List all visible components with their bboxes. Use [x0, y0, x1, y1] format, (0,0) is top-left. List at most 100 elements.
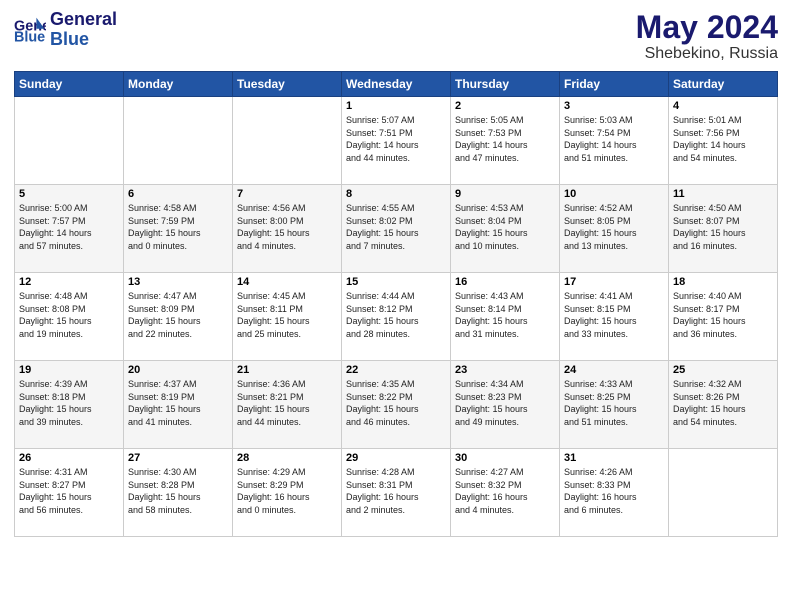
day-info-line: Sunset: 8:29 PM: [237, 479, 337, 492]
day-number: 10: [564, 188, 664, 200]
calendar-cell-w1-d2: [124, 97, 233, 185]
day-number: 31: [564, 452, 664, 464]
calendar-cell-w1-d5: 2Sunrise: 5:05 AMSunset: 7:53 PMDaylight…: [451, 97, 560, 185]
day-info-line: Daylight: 16 hours: [455, 491, 555, 504]
calendar-cell-w3-d7: 18Sunrise: 4:40 AMSunset: 8:17 PMDayligh…: [669, 273, 778, 361]
day-number: 26: [19, 452, 119, 464]
day-info-line: and 41 minutes.: [128, 416, 228, 429]
calendar-cell-w2-d6: 10Sunrise: 4:52 AMSunset: 8:05 PMDayligh…: [560, 185, 669, 273]
day-info-line: Daylight: 15 hours: [346, 403, 446, 416]
day-info-line: Sunrise: 5:01 AM: [673, 114, 773, 127]
day-info-line: Daylight: 15 hours: [237, 315, 337, 328]
day-info-line: Sunrise: 4:58 AM: [128, 202, 228, 215]
day-info-line: Sunrise: 4:32 AM: [673, 378, 773, 391]
day-info-line: Daylight: 15 hours: [455, 227, 555, 240]
calendar-cell-w4-d3: 21Sunrise: 4:36 AMSunset: 8:21 PMDayligh…: [233, 361, 342, 449]
title-block: May 2024 Shebekino, Russia: [636, 10, 778, 63]
day-number: 20: [128, 364, 228, 376]
day-info-line: and 46 minutes.: [346, 416, 446, 429]
calendar-cell-w5-d6: 31Sunrise: 4:26 AMSunset: 8:33 PMDayligh…: [560, 449, 669, 537]
col-saturday: Saturday: [669, 72, 778, 97]
day-info-line: and 0 minutes.: [128, 240, 228, 253]
day-info-line: Daylight: 14 hours: [19, 227, 119, 240]
day-info-line: Sunset: 8:21 PM: [237, 391, 337, 404]
day-info-line: Daylight: 15 hours: [455, 315, 555, 328]
day-info-line: Sunset: 8:07 PM: [673, 215, 773, 228]
week-row-2: 5Sunrise: 5:00 AMSunset: 7:57 PMDaylight…: [15, 185, 778, 273]
day-number: 9: [455, 188, 555, 200]
day-info-line: Sunrise: 4:37 AM: [128, 378, 228, 391]
calendar-cell-w4-d5: 23Sunrise: 4:34 AMSunset: 8:23 PMDayligh…: [451, 361, 560, 449]
day-number: 15: [346, 276, 446, 288]
day-info-line: Sunset: 8:23 PM: [455, 391, 555, 404]
day-info-line: Sunset: 8:02 PM: [346, 215, 446, 228]
col-tuesday: Tuesday: [233, 72, 342, 97]
calendar-cell-w2-d7: 11Sunrise: 4:50 AMSunset: 8:07 PMDayligh…: [669, 185, 778, 273]
day-number: 27: [128, 452, 228, 464]
day-info-line: and 16 minutes.: [673, 240, 773, 253]
location-subtitle: Shebekino, Russia: [636, 45, 778, 63]
calendar-cell-w2-d1: 5Sunrise: 5:00 AMSunset: 7:57 PMDaylight…: [15, 185, 124, 273]
day-info-line: Sunset: 8:32 PM: [455, 479, 555, 492]
day-info-line: Daylight: 14 hours: [455, 139, 555, 152]
day-info-line: Daylight: 15 hours: [128, 227, 228, 240]
day-info-line: Sunset: 8:28 PM: [128, 479, 228, 492]
day-info-line: Daylight: 15 hours: [19, 315, 119, 328]
calendar-cell-w3-d3: 14Sunrise: 4:45 AMSunset: 8:11 PMDayligh…: [233, 273, 342, 361]
day-info-line: and 49 minutes.: [455, 416, 555, 429]
day-info-line: Sunrise: 4:35 AM: [346, 378, 446, 391]
day-info-line: and 19 minutes.: [19, 328, 119, 341]
calendar-cell-w4-d2: 20Sunrise: 4:37 AMSunset: 8:19 PMDayligh…: [124, 361, 233, 449]
day-info-line: Sunset: 7:56 PM: [673, 127, 773, 140]
calendar-cell-w2-d4: 8Sunrise: 4:55 AMSunset: 8:02 PMDaylight…: [342, 185, 451, 273]
day-info-line: and 28 minutes.: [346, 328, 446, 341]
logo-icon: General Blue: [14, 16, 46, 44]
day-info-line: Sunset: 7:51 PM: [346, 127, 446, 140]
calendar-cell-w1-d1: [15, 97, 124, 185]
day-info-line: Sunset: 8:12 PM: [346, 303, 446, 316]
day-info-line: and 56 minutes.: [19, 504, 119, 517]
day-info-line: Sunrise: 4:43 AM: [455, 290, 555, 303]
day-info-line: Daylight: 16 hours: [237, 491, 337, 504]
day-info-line: Daylight: 15 hours: [673, 227, 773, 240]
day-info-line: Daylight: 15 hours: [564, 315, 664, 328]
day-info-line: and 44 minutes.: [237, 416, 337, 429]
calendar-cell-w3-d4: 15Sunrise: 4:44 AMSunset: 8:12 PMDayligh…: [342, 273, 451, 361]
page-header: General Blue General Blue May 2024 Shebe…: [14, 10, 778, 63]
day-info-line: Sunrise: 4:34 AM: [455, 378, 555, 391]
logo: General Blue General Blue: [14, 10, 117, 50]
day-number: 8: [346, 188, 446, 200]
day-info-line: and 47 minutes.: [455, 152, 555, 165]
day-info-line: Daylight: 15 hours: [455, 403, 555, 416]
day-info-line: and 39 minutes.: [19, 416, 119, 429]
day-info-line: Daylight: 15 hours: [346, 315, 446, 328]
day-number: 24: [564, 364, 664, 376]
day-number: 3: [564, 100, 664, 112]
day-number: 30: [455, 452, 555, 464]
day-info-line: and 54 minutes.: [673, 152, 773, 165]
day-info-line: Sunrise: 4:40 AM: [673, 290, 773, 303]
day-info-line: Sunset: 8:33 PM: [564, 479, 664, 492]
day-info-line: Daylight: 15 hours: [237, 227, 337, 240]
day-info-line: Daylight: 15 hours: [19, 403, 119, 416]
day-info-line: Sunset: 8:14 PM: [455, 303, 555, 316]
calendar-cell-w5-d4: 29Sunrise: 4:28 AMSunset: 8:31 PMDayligh…: [342, 449, 451, 537]
calendar-cell-w1-d4: 1Sunrise: 5:07 AMSunset: 7:51 PMDaylight…: [342, 97, 451, 185]
day-info-line: Sunrise: 5:07 AM: [346, 114, 446, 127]
day-info-line: Sunrise: 4:48 AM: [19, 290, 119, 303]
calendar-table: Sunday Monday Tuesday Wednesday Thursday…: [14, 71, 778, 537]
day-info-line: Sunset: 8:05 PM: [564, 215, 664, 228]
day-info-line: and 0 minutes.: [237, 504, 337, 517]
day-info-line: Sunrise: 4:28 AM: [346, 466, 446, 479]
day-info-line: Daylight: 14 hours: [346, 139, 446, 152]
day-number: 22: [346, 364, 446, 376]
day-info-line: and 54 minutes.: [673, 416, 773, 429]
month-year-title: May 2024: [636, 10, 778, 45]
day-info-line: and 33 minutes.: [564, 328, 664, 341]
day-info-line: Daylight: 16 hours: [346, 491, 446, 504]
day-info-line: Sunrise: 4:53 AM: [455, 202, 555, 215]
day-info-line: Sunset: 8:17 PM: [673, 303, 773, 316]
day-info-line: Sunrise: 4:55 AM: [346, 202, 446, 215]
day-info-line: Sunset: 8:19 PM: [128, 391, 228, 404]
day-number: 18: [673, 276, 773, 288]
